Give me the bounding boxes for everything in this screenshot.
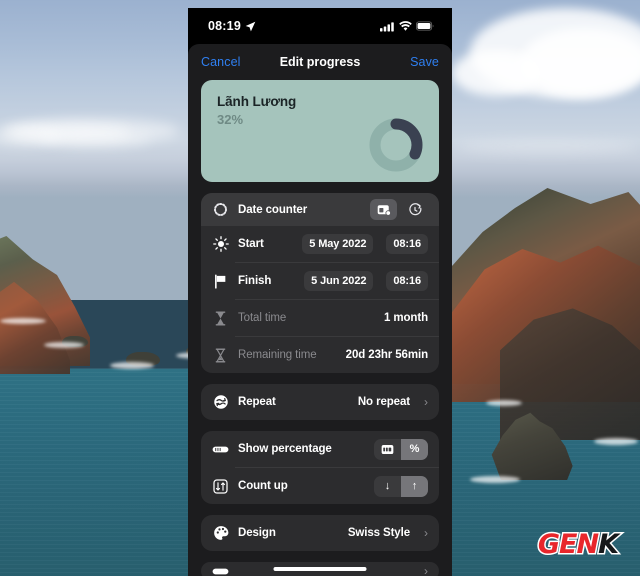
- repeat-row[interactable]: Repeat No repeat ›: [201, 384, 439, 420]
- screenshot-stage: 08:19 Cancel Edit progress Save Lãnh Lươ…: [0, 0, 640, 576]
- sort-arrows-icon: [212, 478, 229, 495]
- design-group: Design Swiss Style ›: [201, 515, 439, 551]
- dashed-circle-icon: [212, 201, 229, 218]
- repeat-group: Repeat No repeat ›: [201, 384, 439, 420]
- progress-bar-icon: [212, 563, 229, 576]
- progress-title: Lãnh Lương: [217, 94, 297, 109]
- widget-calendar-button[interactable]: [370, 199, 397, 220]
- total-time-value: 1 month: [383, 312, 428, 324]
- cloud: [455, 140, 640, 154]
- start-row[interactable]: Start 5 May 2022 08:16: [201, 226, 439, 262]
- phone-screen: 08:19 Cancel Edit progress Save Lãnh Lươ…: [188, 8, 452, 576]
- chevron-right-icon: ›: [424, 395, 428, 409]
- cellular-signal-icon: [380, 21, 394, 31]
- total-time-row: Total time 1 month: [201, 300, 439, 336]
- wave-foam: [110, 362, 154, 369]
- location-arrow-icon: [245, 21, 256, 31]
- status-bar: 08:19: [188, 8, 452, 44]
- repeat-icon: [212, 394, 229, 411]
- design-label: Design: [238, 527, 276, 539]
- wave-foam: [44, 342, 84, 348]
- wave-foam: [486, 400, 522, 406]
- genk-watermark: GENK: [536, 528, 621, 562]
- remaining-time-row: Remaining time 20d 23hr 56min: [201, 337, 439, 373]
- progress-bar-icon: [212, 441, 229, 458]
- battery-icon: [416, 21, 434, 31]
- count-direction-segmented-control: ↓ ↑: [374, 475, 428, 497]
- home-indicator[interactable]: [273, 567, 367, 571]
- date-counter-label: Date counter: [238, 203, 308, 216]
- wifi-icon: [399, 20, 412, 31]
- total-time-label: Total time: [238, 312, 287, 324]
- sun-icon: [212, 236, 229, 253]
- progress-preview-card[interactable]: Lãnh Lương 32%: [201, 80, 439, 182]
- counter-box-icon: [381, 444, 394, 454]
- edit-progress-sheet: Cancel Edit progress Save Lãnh Lương 32%: [188, 44, 452, 576]
- finish-row[interactable]: Finish 5 Jun 2022 08:16: [201, 263, 439, 299]
- save-button[interactable]: Save: [410, 55, 439, 69]
- wave-foam: [594, 438, 638, 445]
- display-options-group: Show percentage % Count up ↓ ↑: [201, 431, 439, 504]
- count-up-row[interactable]: Count up ↓ ↑: [201, 468, 439, 504]
- hourglass-icon: [212, 347, 229, 364]
- status-bar-right: [380, 20, 434, 32]
- repeat-label: Repeat: [238, 396, 276, 408]
- finish-date-field[interactable]: 5 Jun 2022: [304, 271, 374, 291]
- percent-option[interactable]: %: [401, 438, 428, 460]
- start-date-field[interactable]: 5 May 2022: [302, 234, 374, 254]
- sheet-navbar: Cancel Edit progress Save: [188, 44, 452, 80]
- widget-calendar-icon: [377, 204, 391, 216]
- design-value: Swiss Style: [347, 527, 410, 539]
- repeat-value: No repeat: [357, 396, 410, 408]
- show-percentage-row[interactable]: Show percentage %: [201, 431, 439, 467]
- date-counter-mode-buttons: [370, 199, 428, 220]
- stopwatch-icon: [408, 202, 421, 215]
- remaining-time-value: 20d 23hr 56min: [345, 349, 428, 361]
- date-counter-header: Date counter: [201, 193, 439, 226]
- chevron-right-icon: ›: [424, 564, 428, 576]
- start-label: Start: [238, 238, 264, 250]
- cancel-button[interactable]: Cancel: [201, 55, 241, 69]
- show-percentage-label: Show percentage: [238, 443, 332, 455]
- watermark-k: K: [597, 528, 621, 562]
- finish-label: Finish: [238, 275, 272, 287]
- show-percentage-segmented-control: %: [374, 438, 428, 460]
- count-up-option[interactable]: ↑: [401, 475, 428, 497]
- design-row[interactable]: Design Swiss Style ›: [201, 515, 439, 551]
- cloud: [452, 50, 542, 96]
- remaining-time-label: Remaining time: [238, 349, 317, 361]
- counter-box-option[interactable]: [374, 439, 401, 460]
- status-bar-time: 08:19: [208, 19, 241, 33]
- finish-time-field[interactable]: 08:16: [386, 271, 428, 291]
- wave-foam: [470, 476, 520, 483]
- status-bar-left: 08:19: [208, 19, 256, 33]
- stopwatch-button[interactable]: [401, 199, 428, 220]
- watermark-gen: GEN: [536, 528, 600, 562]
- hourglass-icon: [212, 310, 229, 327]
- count-up-label: Count up: [238, 480, 288, 492]
- flag-icon: [212, 273, 229, 290]
- wave-foam: [0, 318, 46, 324]
- palette-icon: [212, 525, 229, 542]
- progress-ring: [367, 116, 425, 174]
- count-down-option[interactable]: ↓: [374, 476, 401, 497]
- cloud: [40, 130, 150, 148]
- chevron-right-icon: ›: [424, 526, 428, 540]
- sheet-content: Lãnh Lương 32% Date counter Start 5 May …: [188, 80, 452, 576]
- start-time-field[interactable]: 08:16: [386, 234, 428, 254]
- date-counter-group: Date counter Start 5 May 2022 08:16 Fini…: [201, 193, 439, 373]
